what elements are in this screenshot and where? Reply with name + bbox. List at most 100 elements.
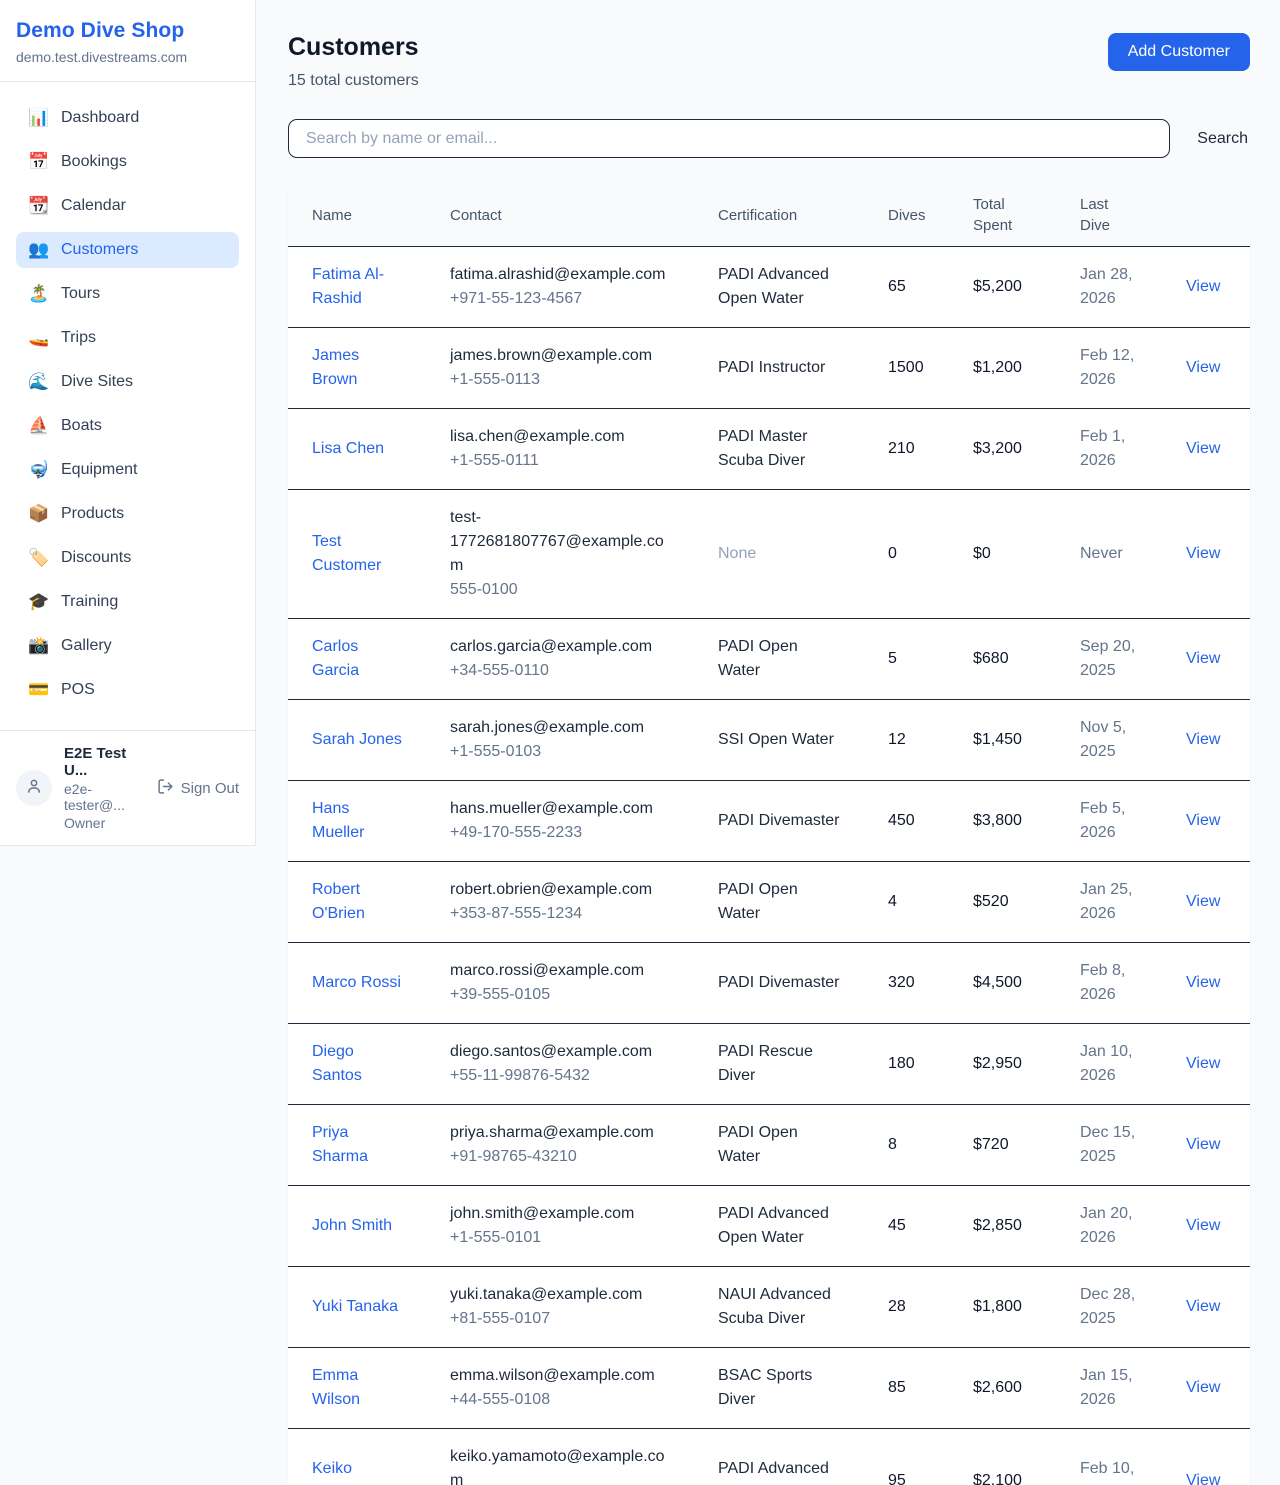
customer-certification: PADI Advanced Open Water <box>718 1460 829 1485</box>
customer-dives: 8 <box>888 1136 897 1153</box>
customer-total-spent: $2,850 <box>973 1217 1022 1234</box>
sidebar-item-dive-sites[interactable]: 🌊 Dive Sites <box>16 364 239 400</box>
view-customer-link[interactable]: View <box>1186 893 1220 910</box>
sidebar-item-discounts[interactable]: 🏷️ Discounts <box>16 540 239 576</box>
sidebar-item-tours[interactable]: 🏝️ Tours <box>16 276 239 312</box>
customer-total-spent: $3,800 <box>973 812 1022 829</box>
customer-name-link[interactable]: Emma Wilson <box>312 1364 402 1412</box>
customer-email: diego.santos@example.com <box>450 1040 670 1064</box>
main-content: Customers 15 total customers Add Custome… <box>256 0 1280 1485</box>
customer-dives: 210 <box>888 440 915 457</box>
sign-out-label: Sign Out <box>181 780 239 797</box>
customer-total-spent: $720 <box>973 1136 1009 1153</box>
sidebar-item-gallery[interactable]: 📸 Gallery <box>16 628 239 664</box>
customer-name-link[interactable]: Carlos Garcia <box>312 635 402 683</box>
customer-name-link[interactable]: James Brown <box>312 344 402 392</box>
customer-last-dive: Dec 28, 2025 <box>1080 1286 1135 1327</box>
shop-name: Demo Dive Shop <box>16 19 239 43</box>
customer-email: yuki.tanaka@example.com <box>450 1283 670 1307</box>
customer-name-link[interactable]: Keiko Yamamoto <box>312 1457 402 1485</box>
customer-total-spent: $5,200 <box>973 278 1022 295</box>
customer-name-link[interactable]: Robert O'Brien <box>312 878 402 926</box>
view-customer-link[interactable]: View <box>1186 1217 1220 1234</box>
customer-last-dive: Feb 8, 2026 <box>1080 962 1125 1003</box>
table-row: Priya Sharma priya.sharma@example.com +9… <box>288 1105 1250 1186</box>
view-customer-link[interactable]: View <box>1186 440 1220 457</box>
customer-email: james.brown@example.com <box>450 344 670 368</box>
customer-phone: +353-87-555-1234 <box>450 902 670 926</box>
view-customer-link[interactable]: View <box>1186 278 1220 295</box>
customer-name-link[interactable]: Sarah Jones <box>312 728 402 752</box>
customer-total-spent: $3,200 <box>973 440 1022 457</box>
sidebar-item-calendar[interactable]: 📆 Calendar <box>16 188 239 224</box>
view-customer-link[interactable]: View <box>1186 359 1220 376</box>
view-customer-link[interactable]: View <box>1186 731 1220 748</box>
customer-last-dive: Feb 1, 2026 <box>1080 428 1125 469</box>
products-icon: 📦 <box>28 504 48 524</box>
view-customer-link[interactable]: View <box>1186 650 1220 667</box>
sidebar-item-dashboard[interactable]: 📊 Dashboard <box>16 100 239 136</box>
customer-certification: PADI Master Scuba Diver <box>718 428 808 469</box>
sidebar-item-trips[interactable]: 🚤 Trips <box>16 320 239 356</box>
view-customer-link[interactable]: View <box>1186 1472 1220 1485</box>
customer-last-dive: Feb 12, 2026 <box>1080 347 1134 388</box>
customer-name-link[interactable]: Lisa Chen <box>312 437 384 461</box>
customer-certification: PADI Open Water <box>718 881 798 922</box>
customer-name-link[interactable]: Test Customer <box>312 530 402 578</box>
add-customer-button[interactable]: Add Customer <box>1108 33 1250 71</box>
sidebar-item-training[interactable]: 🎓 Training <box>16 584 239 620</box>
customer-name-link[interactable]: Diego Santos <box>312 1040 402 1088</box>
search-input[interactable] <box>288 119 1170 158</box>
sidebar-item-customers[interactable]: 👥 Customers <box>16 232 239 268</box>
search-button[interactable]: Search <box>1195 126 1250 152</box>
boats-icon: ⛵ <box>28 416 48 436</box>
customer-email: hans.mueller@example.com <box>450 797 670 821</box>
customer-name-link[interactable]: Hans Mueller <box>312 797 402 845</box>
sign-out-button[interactable]: Sign Out <box>157 778 239 799</box>
page-title: Customers <box>288 33 419 62</box>
view-customer-link[interactable]: View <box>1186 1055 1220 1072</box>
customer-name-link[interactable]: Priya Sharma <box>312 1121 402 1169</box>
sidebar-item-pos[interactable]: 💳 POS <box>16 672 239 708</box>
bookings-icon: 📅 <box>28 152 48 172</box>
customer-phone: +1-555-0113 <box>450 368 670 392</box>
column-header-total-spent: Total Spent <box>949 184 1056 247</box>
customer-certification: PADI Advanced Open Water <box>718 1205 829 1246</box>
customer-name-link[interactable]: Yuki Tanaka <box>312 1295 398 1319</box>
customer-certification: NAUI Advanced Scuba Diver <box>718 1286 831 1327</box>
sidebar-item-boats[interactable]: ⛵ Boats <box>16 408 239 444</box>
tours-icon: 🏝️ <box>28 284 48 304</box>
customer-dives: 4 <box>888 893 897 910</box>
view-customer-link[interactable]: View <box>1186 1298 1220 1315</box>
customer-name-link[interactable]: Fatima Al-Rashid <box>312 263 402 311</box>
customer-phone: +34-555-0110 <box>450 659 670 683</box>
table-row: Fatima Al-Rashid fatima.alrashid@example… <box>288 247 1250 328</box>
view-customer-link[interactable]: View <box>1186 1136 1220 1153</box>
view-customer-link[interactable]: View <box>1186 545 1220 562</box>
sidebar-item-equipment[interactable]: 🤿 Equipment <box>16 452 239 488</box>
customer-phone: +44-555-0108 <box>450 1388 670 1412</box>
customer-name-link[interactable]: John Smith <box>312 1214 392 1238</box>
customer-total-spent: $2,950 <box>973 1055 1022 1072</box>
customer-certification: PADI Open Water <box>718 1124 798 1165</box>
view-customer-link[interactable]: View <box>1186 974 1220 991</box>
customer-phone: +1-555-0103 <box>450 740 670 764</box>
customer-total-spent: $4,500 <box>973 974 1022 991</box>
customer-email: emma.wilson@example.com <box>450 1364 670 1388</box>
customer-dives: 0 <box>888 545 897 562</box>
view-customer-link[interactable]: View <box>1186 1379 1220 1396</box>
pos-icon: 💳 <box>28 680 48 700</box>
customer-last-dive: Never <box>1080 545 1123 562</box>
sidebar-item-products[interactable]: 📦 Products <box>16 496 239 532</box>
customer-last-dive: Feb 10, 2026 <box>1080 1460 1134 1485</box>
user-role: Owner <box>64 815 145 831</box>
view-customer-link[interactable]: View <box>1186 812 1220 829</box>
sidebar-item-bookings[interactable]: 📅 Bookings <box>16 144 239 180</box>
customer-certification: PADI Divemaster <box>718 974 840 991</box>
dashboard-icon: 📊 <box>28 108 48 128</box>
customer-name-link[interactable]: Marco Rossi <box>312 971 401 995</box>
column-header-actions <box>1162 184 1250 247</box>
table-row: Diego Santos diego.santos@example.com +5… <box>288 1024 1250 1105</box>
customer-total-spent: $520 <box>973 893 1009 910</box>
customer-total-spent: $2,600 <box>973 1379 1022 1396</box>
